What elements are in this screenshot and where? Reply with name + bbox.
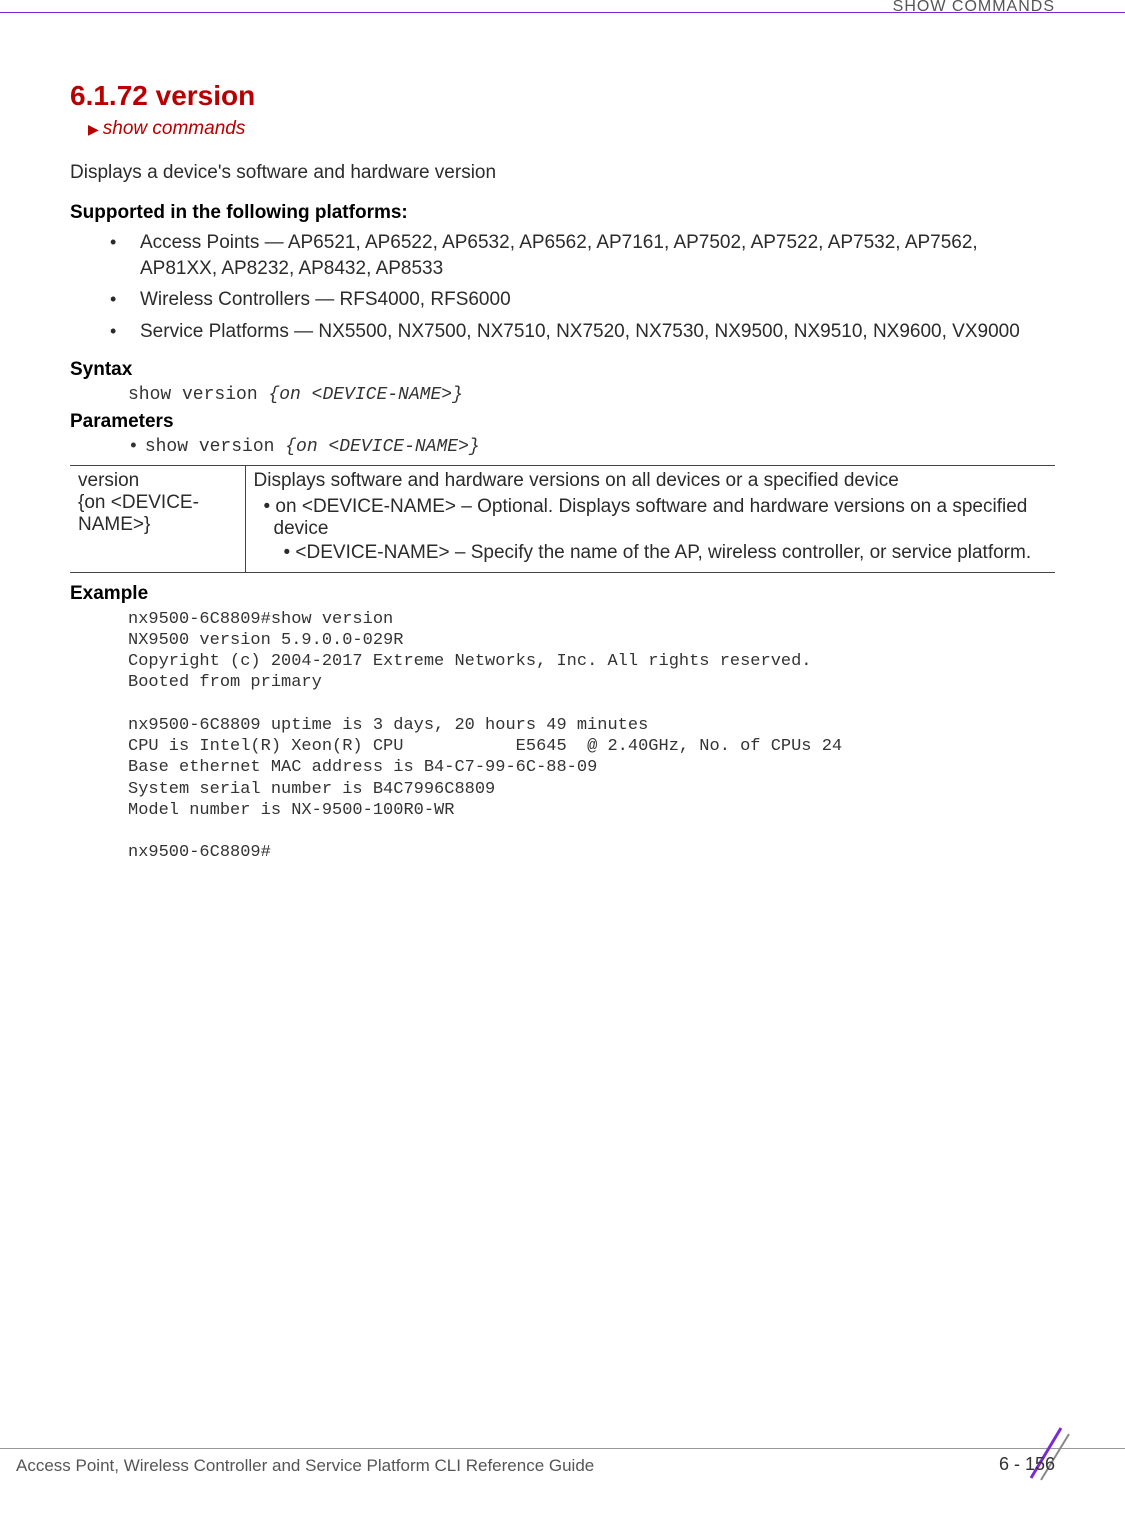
breadcrumb[interactable]: ▶show commands [88,118,1055,140]
intro-text: Displays a device's software and hardwar… [70,162,1055,184]
list-item: Access Points — AP6521, AP6522, AP6532, … [110,230,1055,281]
page-number: 6 - 156 [999,1454,1055,1475]
param-desc-sub: • on <DEVICE-NAME> – Optional. Displays … [268,496,1048,540]
supported-heading: Supported in the following platforms: [70,202,1055,224]
footer-rule [0,1448,1125,1449]
footer-guide-title: Access Point, Wireless Controller and Se… [16,1456,594,1476]
param-desc-sub2: • <DEVICE-NAME> – Specify the name of th… [288,542,1048,564]
parameters-table: version {on <DEVICE-NAME>} Displays soft… [70,465,1055,573]
arrow-icon: ▶ [88,121,99,137]
syntax-heading: Syntax [70,359,1055,381]
param-italic: {on <DEVICE-NAME>} [285,437,479,457]
section-title: 6.1.72 version [70,80,1055,112]
list-item: Service Platforms — NX5500, NX7500, NX75… [110,319,1055,345]
param-name: version {on <DEVICE-NAME>} [78,470,199,535]
param-desc-cell: Displays software and hardware versions … [245,465,1055,572]
param-desc-main: Displays software and hardware versions … [254,470,1048,492]
syntax-plain: show version [128,385,268,405]
example-heading: Example [70,583,1055,605]
bullet-icon: • [128,437,139,457]
footer-slash-icon [1011,1418,1081,1488]
example-code: nx9500-6C8809#show version NX9500 versio… [128,609,1055,864]
breadcrumb-text: show commands [103,118,246,139]
supported-list: Access Points — AP6521, AP6522, AP6532, … [110,230,1055,345]
header-category: SHOW COMMANDS [893,0,1055,16]
page-footer: Access Point, Wireless Controller and Se… [0,1442,1125,1482]
syntax-italic: {on <DEVICE-NAME>} [268,385,462,405]
list-item: Wireless Controllers — RFS4000, RFS6000 [110,287,1055,313]
syntax-code: show version {on <DEVICE-NAME>} [128,385,1055,405]
param-name-cell: version {on <DEVICE-NAME>} [70,465,245,572]
table-row: version {on <DEVICE-NAME>} Displays soft… [70,465,1055,572]
param-plain: show version [145,437,285,457]
page-content: 6.1.72 version ▶show commands Displays a… [70,80,1055,864]
parameters-heading: Parameters [70,411,1055,433]
parameters-line: • show version {on <DEVICE-NAME>} [128,437,1055,457]
